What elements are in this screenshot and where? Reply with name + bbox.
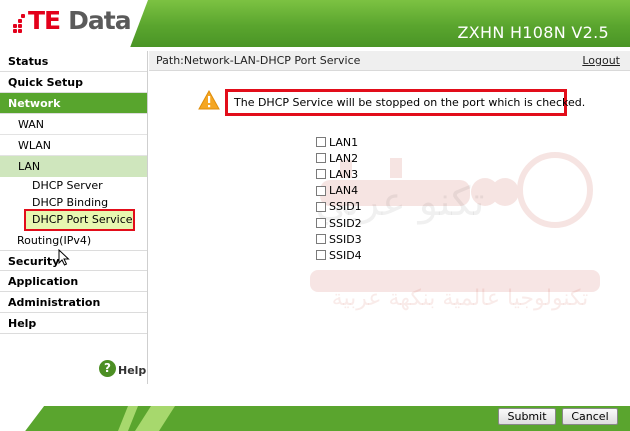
warning-triangle-icon xyxy=(198,90,220,110)
nav-help[interactable]: Help xyxy=(0,313,147,334)
lan2-checkbox[interactable] xyxy=(316,153,326,164)
nav-status[interactable]: Status xyxy=(0,51,147,72)
port-label: SSID3 xyxy=(329,232,362,246)
te-data-logo: TE Data xyxy=(13,6,132,35)
path-bar: Path:Network-LAN-DHCP Port Service Logou… xyxy=(149,51,630,71)
port-row-lan2: LAN2 xyxy=(316,150,362,166)
port-label: LAN3 xyxy=(329,167,359,181)
nav-security[interactable]: Security xyxy=(0,250,147,271)
port-row-ssid3: SSID3 xyxy=(316,231,362,247)
port-label: SSID2 xyxy=(329,216,362,230)
nav-dhcp-port-service[interactable]: DHCP Port Service xyxy=(24,209,135,231)
header-banner: TE Data ZXHN H108N V2.5 xyxy=(0,0,630,47)
cancel-button[interactable]: Cancel xyxy=(562,408,618,425)
port-list: LAN1 LAN2 LAN3 LAN4 SSID1 SSID2 SSID3 SS… xyxy=(316,134,362,264)
ssid4-checkbox[interactable] xyxy=(316,250,326,261)
port-row-lan1: LAN1 xyxy=(316,134,362,150)
device-model: ZXHN H108N V2.5 xyxy=(457,23,609,42)
nav-application[interactable]: Application xyxy=(0,271,147,292)
nav-lan[interactable]: LAN xyxy=(0,156,147,177)
port-row-ssid4: SSID4 xyxy=(316,247,362,263)
port-label: SSID1 xyxy=(329,200,362,214)
mouse-cursor-icon xyxy=(58,249,70,266)
logo-dots-icon xyxy=(13,10,25,33)
port-row-ssid2: SSID2 xyxy=(316,215,362,231)
nav-quick-setup[interactable]: Quick Setup xyxy=(0,72,147,93)
left-nav: Status Quick Setup Network WAN WLAN LAN … xyxy=(0,51,148,384)
logo-te-text: TE xyxy=(28,6,61,35)
port-row-lan4: LAN4 xyxy=(316,183,362,199)
port-label: LAN1 xyxy=(329,135,359,149)
breadcrumb: Path:Network-LAN-DHCP Port Service xyxy=(156,54,361,67)
watermark-tagline: تكنولوجيا عالمية بنكهة عربية xyxy=(332,286,589,311)
logo-data-text: Data xyxy=(68,6,131,35)
help-icon[interactable]: ? xyxy=(99,360,116,377)
port-label: LAN2 xyxy=(329,151,359,165)
lan3-checkbox[interactable] xyxy=(316,169,326,180)
ssid2-checkbox[interactable] xyxy=(316,218,326,229)
lan4-checkbox[interactable] xyxy=(316,185,326,196)
help-link-label[interactable]: Help xyxy=(118,364,146,377)
port-row-ssid1: SSID1 xyxy=(316,199,362,215)
lan1-checkbox[interactable] xyxy=(316,137,326,148)
nav-network[interactable]: Network xyxy=(0,93,147,114)
port-label: LAN4 xyxy=(329,184,359,198)
port-row-lan3: LAN3 xyxy=(316,166,362,182)
help-link[interactable]: ? Help xyxy=(99,360,146,377)
nav-wlan[interactable]: WLAN xyxy=(0,135,147,156)
notice-text: The DHCP Service will be stopped on the … xyxy=(234,96,586,109)
ssid1-checkbox[interactable] xyxy=(316,201,326,212)
notice-box: The DHCP Service will be stopped on the … xyxy=(225,89,585,116)
logout-link[interactable]: Logout xyxy=(582,54,620,67)
ssid3-checkbox[interactable] xyxy=(316,234,326,245)
submit-button[interactable]: Submit xyxy=(498,408,556,425)
nav-routing-ipv4[interactable]: Routing(IPv4) xyxy=(0,230,147,251)
port-label: SSID4 xyxy=(329,248,362,262)
nav-administration[interactable]: Administration xyxy=(0,292,147,313)
nav-wan[interactable]: WAN xyxy=(0,114,147,135)
